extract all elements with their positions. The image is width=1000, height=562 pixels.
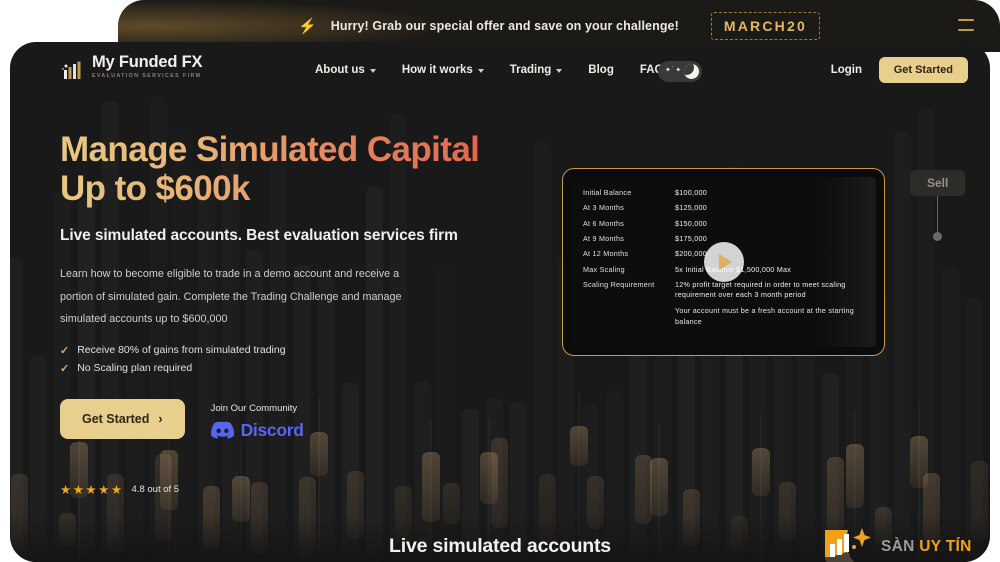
sell-point-dot: [933, 232, 943, 241]
sell-marker: Sell: [910, 170, 966, 241]
table-row: Scaling Requirement 12% profit target req…: [583, 280, 875, 299]
nav-label: How it works: [401, 64, 473, 76]
chevron-down-icon: [556, 68, 563, 73]
logo[interactable]: My Funded FX EVALUATION SERVICES FIRM: [60, 53, 203, 83]
table-row: Initial Balance $100,000: [583, 188, 875, 198]
bolt-icon: ⚡: [298, 17, 317, 35]
star-rating-icon: ★★★★★: [60, 483, 124, 497]
chevron-right-icon: ›: [158, 411, 163, 426]
nav-label: Blog: [588, 64, 614, 76]
moon-icon: [684, 64, 699, 79]
rating-block: ★★★★★ 4.8 out of 5: [60, 482, 179, 497]
nav-item-about-us[interactable]: About us: [315, 64, 376, 76]
get-started-hero-button[interactable]: Get Started ›: [60, 398, 185, 439]
community-label: Join Our Community: [210, 402, 298, 414]
spec-key: Max Scaling: [583, 264, 625, 274]
spec-key: At 12 Months: [583, 249, 629, 259]
spec-value: $100,000: [675, 188, 707, 197]
get-started-nav-button[interactable]: Get Started: [878, 57, 968, 83]
spec-value: $150,000: [675, 218, 707, 228]
promo-code-badge[interactable]: MARCH20: [710, 12, 820, 40]
discord-label: Discord: [240, 419, 304, 440]
community-block: Join Our Community Discord: [211, 399, 304, 441]
watermark-text-primary: SÀN: [881, 538, 915, 555]
sell-connector-line: [936, 196, 939, 233]
play-icon: [719, 254, 732, 270]
spec-key: Scaling Requirement: [583, 279, 655, 289]
nav-links: About us How it works Trading Blog FAQ: [315, 42, 664, 98]
play-button[interactable]: [703, 242, 744, 282]
video-card[interactable]: Initial Balance $100,000 At 3 Months $125,0…: [562, 168, 885, 356]
list-item: ✓ Receive 80% of gains from simulated tr…: [60, 344, 480, 357]
spec-note: Your account must be a fresh account at …: [675, 306, 854, 326]
discord-icon: [210, 421, 234, 439]
chevron-down-icon: [477, 68, 484, 73]
rating-text: 4.8 out of 5: [131, 484, 180, 495]
logo-subtitle: EVALUATION SERVICES FIRM: [92, 73, 202, 80]
table-row: At 6 Months $150,000: [583, 219, 875, 229]
page-container: My Funded FX EVALUATION SERVICES FIRM Ab…: [10, 42, 990, 562]
sell-label[interactable]: Sell: [910, 170, 966, 196]
main-navigation: My Funded FX EVALUATION SERVICES FIRM Ab…: [10, 42, 990, 98]
promo-text: Hurry! Grab our special offer and save o…: [330, 19, 679, 33]
chevron-down-icon: [369, 68, 376, 73]
spec-key: At 9 Months: [583, 233, 625, 243]
spec-key: At 6 Months: [583, 218, 625, 228]
bullet-text: No Scaling plan required: [77, 362, 193, 375]
bullet-text: Receive 80% of gains from simulated trad…: [77, 344, 286, 357]
list-item: ✓ No Scaling plan required: [60, 362, 480, 375]
discord-link[interactable]: Discord: [210, 419, 304, 441]
dark-mode-toggle[interactable]: ✦˙✦: [658, 61, 702, 82]
watermark-text-secondary: UY TÍN: [919, 538, 972, 555]
nav-label: About us: [315, 64, 365, 76]
check-icon: ✓: [60, 344, 70, 357]
watermark-logo: SÀN UY TÍN: [822, 524, 972, 562]
nav-item-blog[interactable]: Blog: [588, 64, 614, 76]
stars-icon: ✦˙✦: [665, 67, 683, 74]
table-row: At 3 Months $125,000: [583, 203, 875, 213]
spec-key: At 3 Months: [583, 203, 625, 213]
cta-row: Get Started › Join Our Community Discord: [60, 398, 480, 441]
hero-body-text: Learn how to become eligible to trade in…: [60, 268, 402, 326]
hero-feature-list: ✓ Receive 80% of gains from simulated tr…: [60, 344, 480, 375]
spec-value: $175,000: [675, 233, 707, 243]
watermark-mark-icon: [822, 524, 874, 562]
page-title: Manage Simulated Capital Up to $600k: [60, 130, 480, 209]
nav-item-trading[interactable]: Trading: [510, 64, 563, 76]
hero-subheadline: Live simulated accounts. Best evaluation…: [60, 227, 458, 245]
spec-key: Initial Balance: [583, 188, 632, 197]
nav-label: Trading: [509, 64, 552, 76]
spec-value: 12% profit target required in order to m…: [675, 279, 846, 299]
hamburger-menu-icon[interactable]: [958, 19, 974, 31]
spec-value: $125,000: [675, 203, 707, 213]
cta-label: Get Started: [82, 411, 150, 426]
hero-section: Manage Simulated Capital Up to $600k Liv…: [60, 130, 480, 441]
check-icon: ✓: [60, 362, 70, 375]
nav-item-how-it-works[interactable]: How it works: [402, 64, 484, 76]
login-link[interactable]: Login: [831, 42, 862, 98]
logo-mark-icon: [60, 57, 86, 83]
logo-title: My Funded FX: [92, 53, 203, 71]
